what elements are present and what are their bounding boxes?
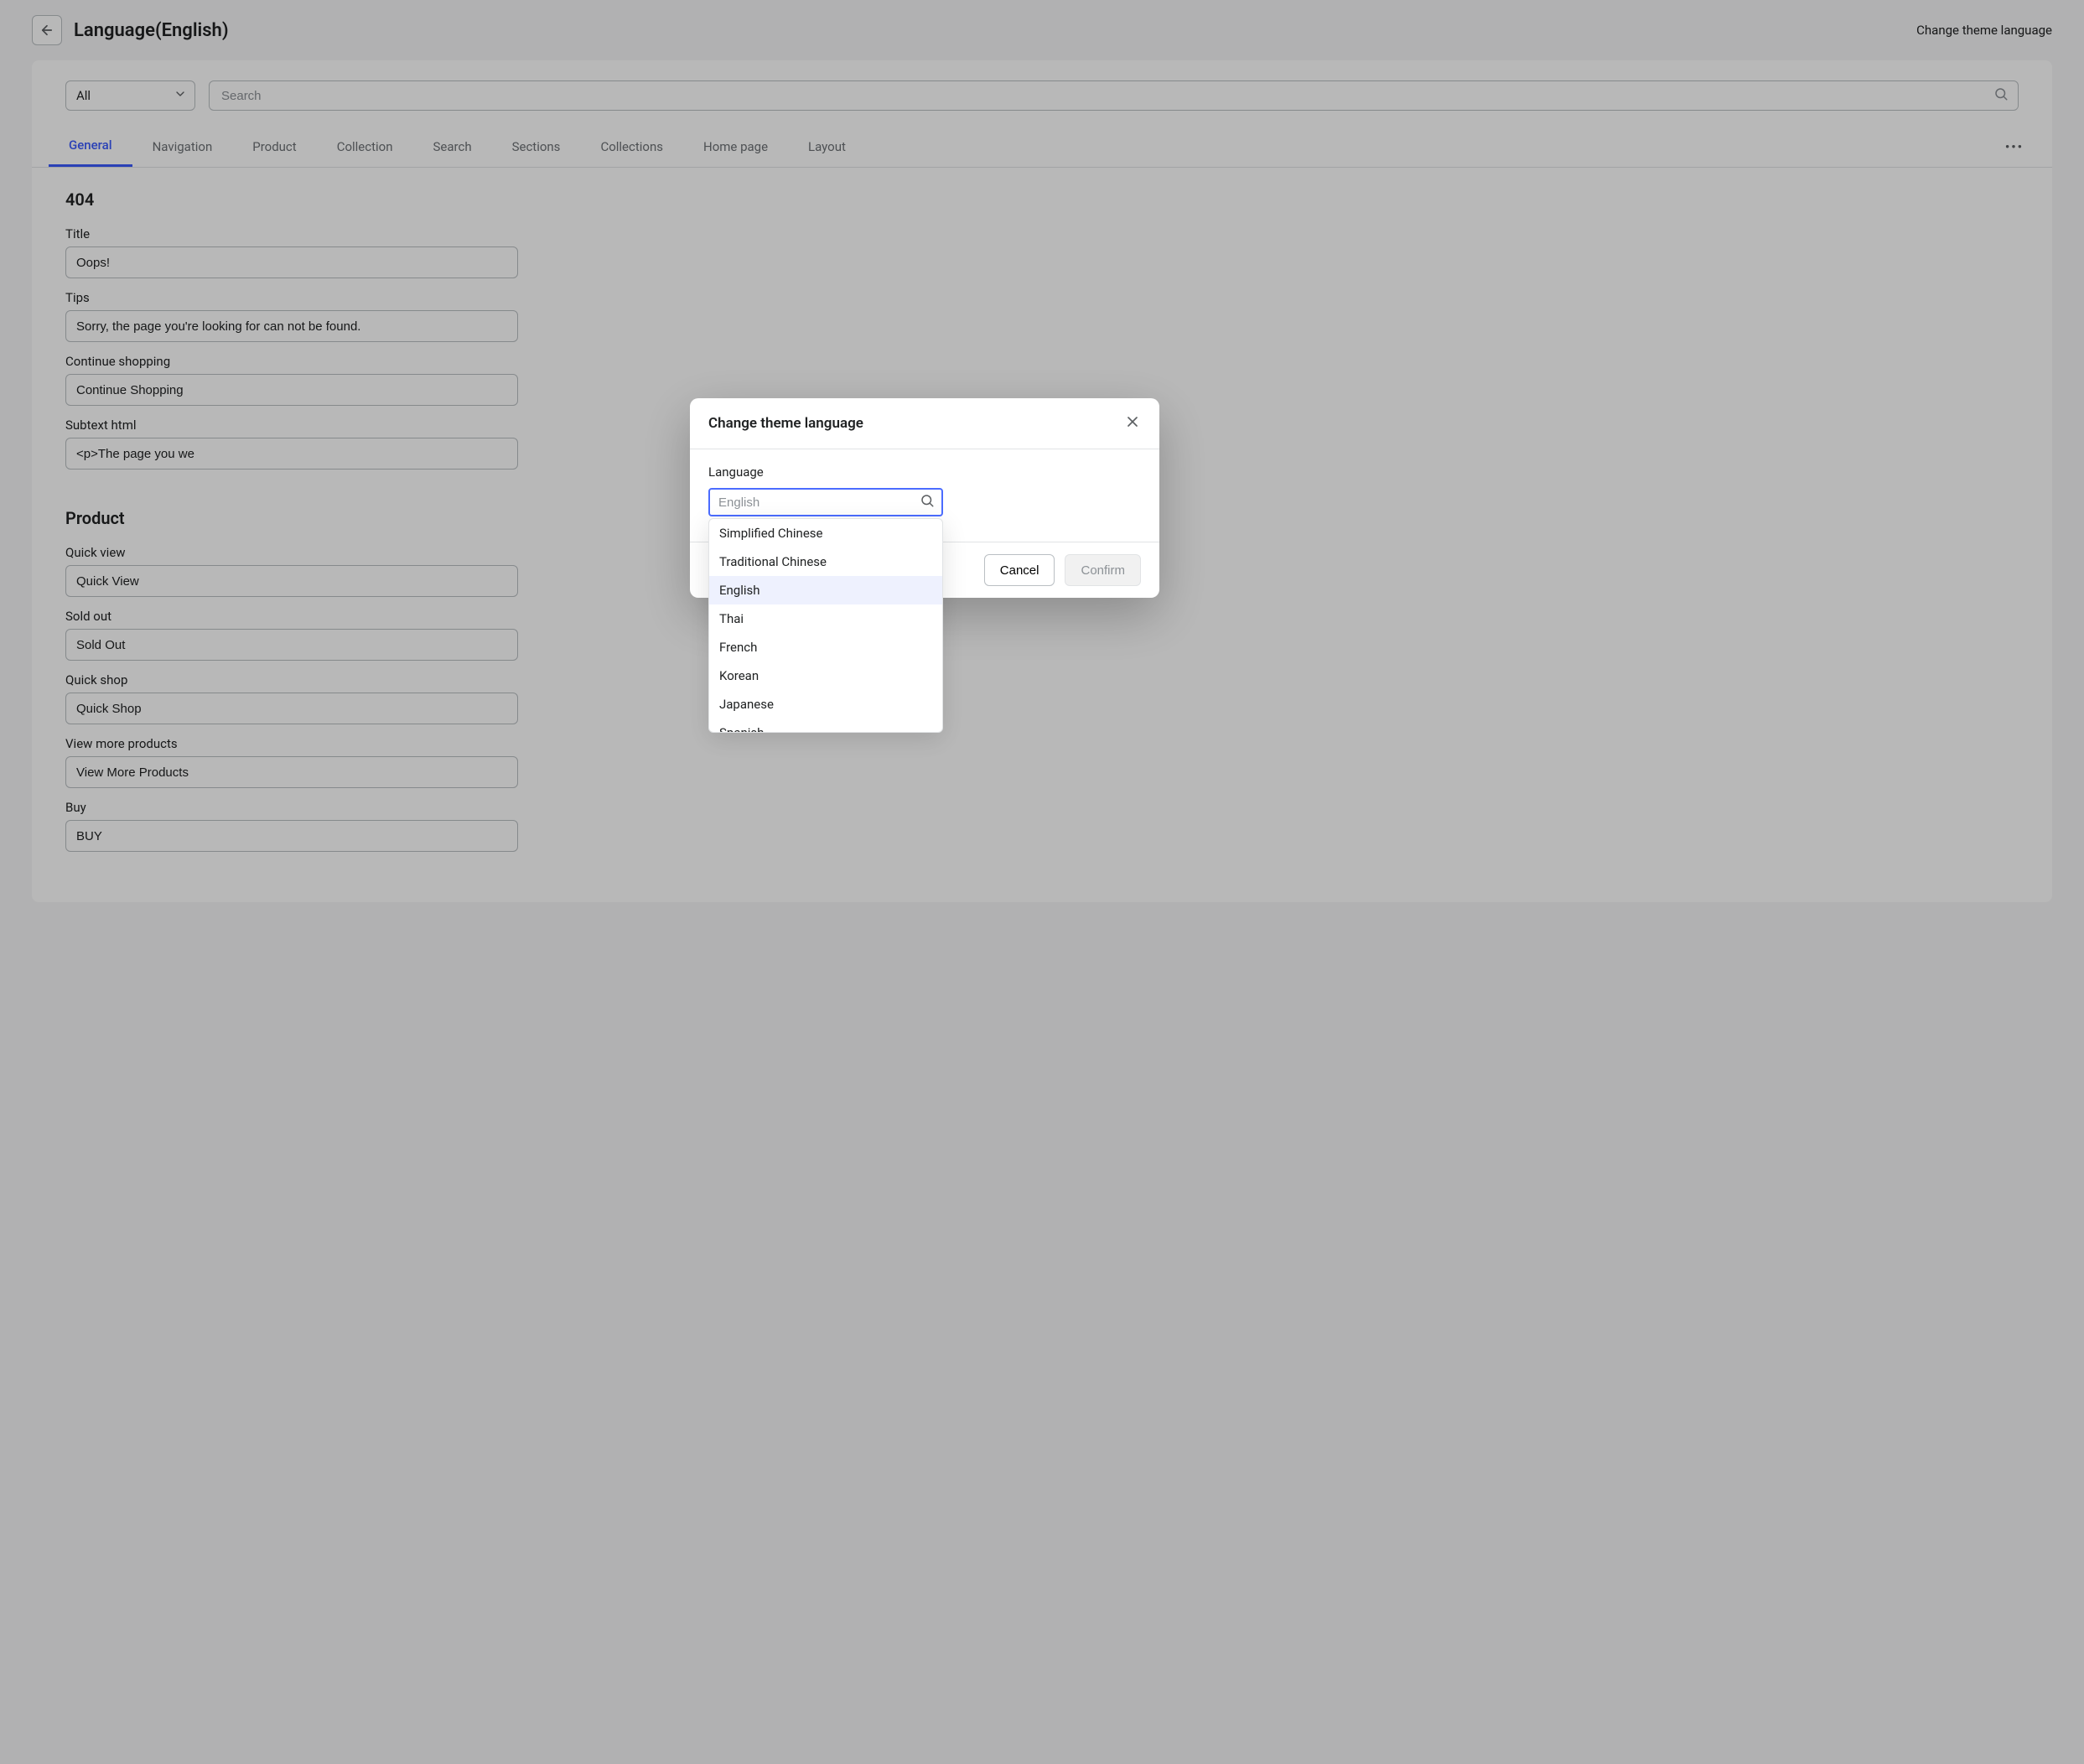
cancel-button[interactable]: Cancel <box>984 554 1055 586</box>
search-icon <box>920 493 935 511</box>
language-option[interactable]: English <box>709 576 942 604</box>
language-combo-input[interactable] <box>708 488 943 516</box>
language-option[interactable]: Spanish <box>709 719 942 733</box>
close-icon <box>1124 413 1141 430</box>
language-option[interactable]: Traditional Chinese <box>709 547 942 576</box>
language-option[interactable]: Japanese <box>709 690 942 719</box>
language-option[interactable]: Thai <box>709 604 942 633</box>
language-option[interactable]: Simplified Chinese <box>709 519 942 547</box>
change-language-modal: Change theme language Language Simplifie… <box>690 398 1159 598</box>
language-option[interactable]: Korean <box>709 662 942 690</box>
language-option[interactable]: French <box>709 633 942 662</box>
modal-title: Change theme language <box>708 415 863 432</box>
modal-overlay[interactable] <box>0 0 2084 1764</box>
modal-close-button[interactable] <box>1124 413 1141 433</box>
language-field-label: Language <box>708 464 1141 480</box>
confirm-button[interactable]: Confirm <box>1065 554 1141 586</box>
language-dropdown: Simplified ChineseTraditional ChineseEng… <box>708 518 943 733</box>
